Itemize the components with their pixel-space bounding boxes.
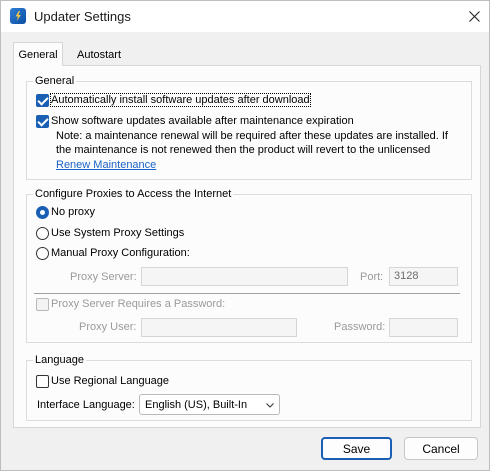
maintenance-note-line1: Note: a maintenance renewal will be requ… [56, 130, 448, 142]
save-button[interactable]: Save [321, 437, 392, 460]
updater-settings-dialog: Updater Settings General Autostart Gener… [0, 0, 490, 471]
auto-install-label[interactable]: Automatically install software updates a… [50, 93, 311, 107]
interface-language-label: Interface Language: [37, 399, 135, 411]
proxy-server-label: Proxy Server: [70, 271, 137, 283]
updater-app-icon [10, 8, 26, 24]
port-input[interactable]: 3128 [389, 267, 458, 286]
close-icon [468, 11, 480, 22]
manual-proxy-radio[interactable] [36, 247, 49, 260]
proxy-server-input[interactable] [141, 267, 348, 286]
title-bar: Updater Settings [1, 1, 489, 32]
proxy-user-input[interactable] [141, 318, 297, 337]
show-expired-checkbox[interactable] [36, 115, 49, 128]
manual-proxy-label[interactable]: Manual Proxy Configuration: [51, 247, 190, 259]
requires-password-label[interactable]: Proxy Server Requires a Password: [51, 298, 225, 310]
auto-install-checkbox[interactable] [36, 94, 49, 107]
window-title: Updater Settings [34, 9, 131, 24]
regional-language-label[interactable]: Use Regional Language [51, 375, 169, 387]
password-label: Password: [334, 321, 386, 333]
password-input[interactable] [389, 318, 458, 337]
tab-general[interactable]: General [13, 42, 63, 66]
close-button[interactable] [459, 1, 489, 32]
no-proxy-label[interactable]: No proxy [51, 206, 95, 218]
port-label: Port: [360, 271, 384, 283]
interface-language-value: English (US), Built-In [145, 398, 248, 411]
proxy-group-label: Configure Proxies to Access the Internet [33, 188, 234, 200]
tab-autostart[interactable]: Autostart [64, 44, 134, 65]
language-group-label: Language [33, 354, 86, 366]
system-proxy-radio[interactable] [36, 227, 49, 240]
interface-language-select[interactable]: English (US), Built-In [139, 394, 280, 415]
proxy-separator [34, 293, 460, 294]
show-expired-label[interactable]: Show software updates available after ma… [51, 115, 354, 127]
general-group-label: General [33, 75, 77, 87]
regional-language-checkbox[interactable] [36, 375, 49, 388]
cancel-button[interactable]: Cancel [404, 437, 478, 460]
system-proxy-label[interactable]: Use System Proxy Settings [51, 227, 184, 239]
no-proxy-radio[interactable] [36, 206, 49, 219]
requires-password-checkbox[interactable] [36, 298, 49, 311]
renew-maintenance-link[interactable]: Renew Maintenance [56, 159, 156, 171]
maintenance-note-line2: the maintenance is not renewed then the … [56, 144, 431, 156]
proxy-user-label: Proxy User: [79, 321, 137, 333]
chevron-down-icon [266, 403, 274, 408]
